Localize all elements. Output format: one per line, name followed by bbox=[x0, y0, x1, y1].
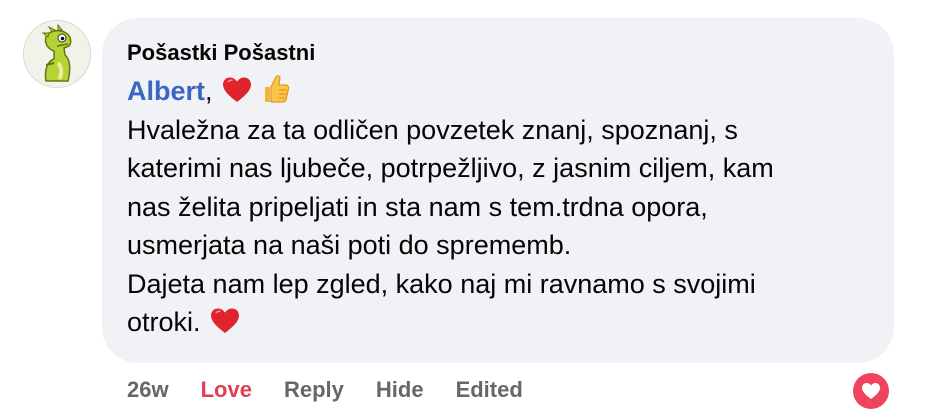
love-button[interactable]: Love bbox=[201, 377, 252, 403]
comment-bubble: Pošastki Pošastni Albert, Hvaležna za ta… bbox=[102, 18, 894, 363]
comment-line-3: nas želita pripeljati in sta nam s tem.t… bbox=[127, 191, 708, 222]
heart-icon bbox=[862, 383, 880, 399]
heart-emoji-icon bbox=[211, 308, 240, 333]
edited-label[interactable]: Edited bbox=[456, 377, 523, 403]
comment-line-mention: Albert, bbox=[127, 72, 868, 111]
comment-line-4: usmerjata na naši poti do sprememb. bbox=[127, 230, 572, 260]
comment-line-last: otroki. bbox=[127, 303, 868, 342]
comment-actions: 26w Love Reply Hide Edited bbox=[127, 377, 555, 403]
comment-last-text: otroki. bbox=[127, 307, 201, 337]
comment-line-1: Hvaležna za ta odličen povzetek znanj, s… bbox=[127, 114, 738, 145]
comment-line-5: Dajeta nam lep zgled, kako naj mi ravnam… bbox=[127, 268, 756, 299]
hide-button[interactable]: Hide bbox=[376, 377, 424, 403]
thumbs-up-emoji-icon bbox=[264, 75, 289, 103]
dinosaur-avatar-icon bbox=[24, 21, 90, 87]
comment-line-2: katerimi nas ljubeče, potrpežljivo, z ja… bbox=[127, 153, 774, 183]
comment-text: Albert, Hvaležna za ta odličen povzetek … bbox=[127, 72, 868, 342]
heart-emoji-icon bbox=[223, 77, 252, 102]
reply-button[interactable]: Reply bbox=[284, 377, 344, 403]
avatar[interactable] bbox=[23, 20, 91, 88]
comment-timestamp[interactable]: 26w bbox=[127, 377, 169, 403]
reaction-badge[interactable] bbox=[853, 373, 889, 409]
comment-author[interactable]: Pošastki Pošastni bbox=[127, 40, 868, 66]
mention-link[interactable]: Albert bbox=[127, 76, 205, 106]
mention-comma: , bbox=[205, 76, 213, 106]
